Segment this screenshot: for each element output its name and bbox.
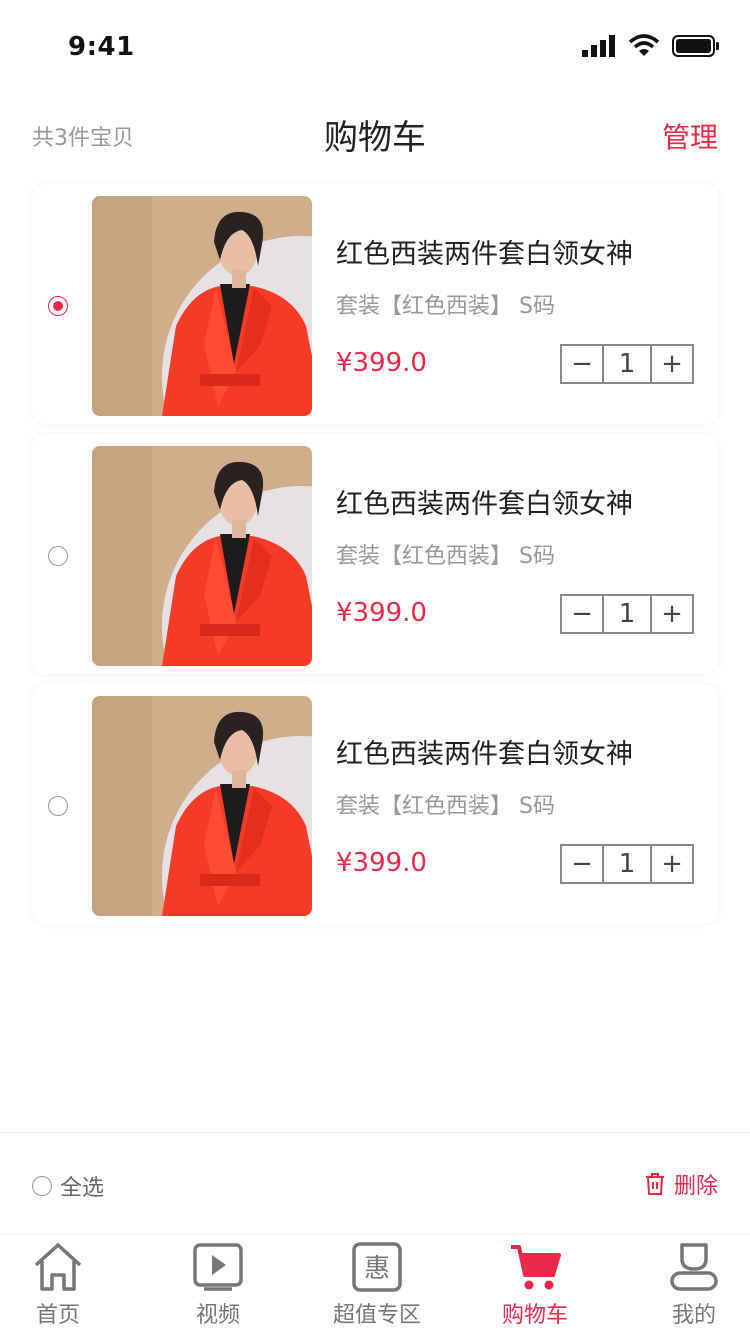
tab-label: 视频 (195, 1303, 240, 1328)
tab-label: 我的 (671, 1303, 716, 1328)
product-spec: 套装【红色西装】 S码 (336, 794, 555, 819)
quantity-stepper: − 1 + (560, 594, 694, 634)
tab-label: 首页 (35, 1303, 80, 1328)
select-all-toggle[interactable]: 全选 (32, 1170, 104, 1202)
product-spec: 套装【红色西装】 S码 (336, 294, 555, 319)
select-all-label: 全选 (60, 1176, 105, 1201)
quantity-stepper: − 1 + (560, 344, 694, 384)
tab-profile[interactable]: 我的 (634, 1241, 750, 1334)
tab-home[interactable]: 首页 (0, 1241, 118, 1334)
status-time: 9:41 (68, 32, 135, 62)
decrease-button[interactable]: − (562, 846, 602, 882)
cart-item: 红色西装两件套白领女神 套装【红色西装】 S码 ¥399.0 − 1 + (32, 184, 718, 424)
product-title[interactable]: 红色西装两件套白领女神 (336, 732, 633, 771)
signal-icon (582, 35, 615, 57)
item-select-radio[interactable] (48, 546, 68, 566)
home-icon (34, 1243, 82, 1291)
tab-discount[interactable]: 惠 超值专区 (317, 1241, 437, 1334)
product-price: ¥399.0 (336, 598, 427, 628)
discount-icon: 惠 (352, 1242, 402, 1292)
cart-list: 红色西装两件套白领女神 套装【红色西装】 S码 ¥399.0 − 1 + 红色西… (32, 184, 718, 934)
svg-text:惠: 惠 (364, 1254, 390, 1284)
quantity-value[interactable]: 1 (602, 596, 652, 632)
product-image[interactable] (92, 196, 312, 416)
item-select-radio[interactable] (48, 796, 68, 816)
tab-video[interactable]: 视频 (158, 1241, 278, 1334)
cart-icon (511, 1245, 561, 1290)
cart-item: 红色西装两件套白领女神 套装【红色西装】 S码 ¥399.0 − 1 + (32, 684, 718, 924)
product-price: ¥399.0 (336, 348, 427, 378)
quantity-stepper: − 1 + (560, 844, 694, 884)
divider (0, 1132, 750, 1133)
tab-label: 购物车 (501, 1303, 568, 1328)
product-title[interactable]: 红色西装两件套白领女神 (336, 482, 633, 521)
select-all-radio[interactable] (32, 1176, 52, 1196)
tab-bar: 首页 视频 惠 超值专区 购物车 我的 (0, 1234, 750, 1334)
page-title: 购物车 (324, 118, 426, 158)
decrease-button[interactable]: − (562, 596, 602, 632)
increase-button[interactable]: + (652, 346, 692, 382)
user-icon (670, 1243, 718, 1291)
cart-item: 红色西装两件套白领女神 套装【红色西装】 S码 ¥399.0 − 1 + (32, 434, 718, 674)
product-spec: 套装【红色西装】 S码 (336, 544, 555, 569)
cart-action-bar: 全选 删除 (0, 1140, 750, 1230)
video-icon (193, 1243, 243, 1291)
product-price: ¥399.0 (336, 848, 427, 878)
status-bar: 9:41 (0, 0, 750, 90)
tab-label: 超值专区 (332, 1303, 421, 1328)
increase-button[interactable]: + (652, 596, 692, 632)
decrease-button[interactable]: − (562, 346, 602, 382)
trash-icon (645, 1173, 664, 1195)
status-icons (582, 34, 720, 58)
delete-button[interactable]: 删除 (644, 1168, 718, 1200)
item-select-radio[interactable] (48, 296, 68, 316)
quantity-value[interactable]: 1 (602, 346, 652, 382)
product-image[interactable] (92, 446, 312, 666)
tab-cart[interactable]: 购物车 (475, 1241, 595, 1334)
increase-button[interactable]: + (652, 846, 692, 882)
wifi-icon (628, 34, 660, 56)
quantity-value[interactable]: 1 (602, 846, 652, 882)
battery-icon (672, 35, 719, 57)
product-image[interactable] (92, 696, 312, 916)
manage-button[interactable]: 管理 (662, 116, 718, 156)
delete-label: 删除 (673, 1174, 718, 1199)
nav-bar: 共3件宝贝 购物车 管理 (0, 100, 750, 170)
product-title[interactable]: 红色西装两件套白领女神 (336, 232, 633, 271)
